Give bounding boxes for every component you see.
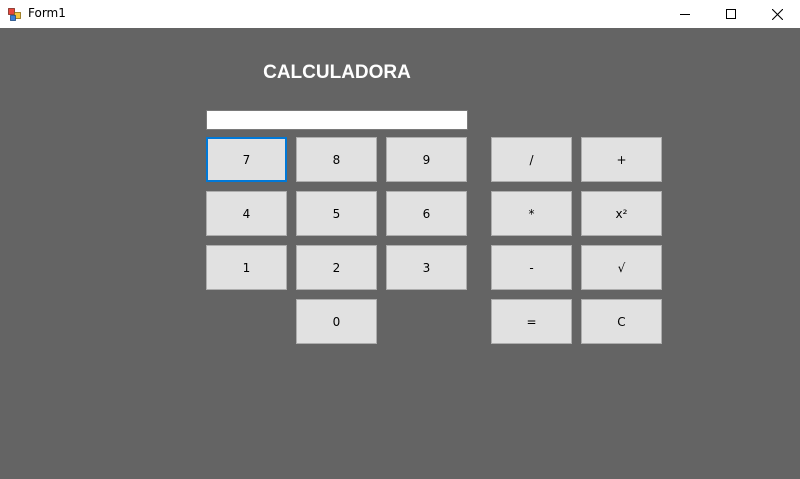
square-button[interactable]: x² <box>581 191 662 236</box>
equals-button[interactable]: = <box>491 299 572 344</box>
digit-0-button[interactable]: 0 <box>296 299 377 344</box>
app-icon <box>8 7 22 21</box>
digit-2-button[interactable]: 2 <box>296 245 377 290</box>
sqrt-button[interactable]: √ <box>581 245 662 290</box>
close-icon <box>771 8 783 20</box>
digit-7-button[interactable]: 7 <box>206 137 287 182</box>
digit-3-button[interactable]: 3 <box>386 245 467 290</box>
digit-6-button[interactable]: 6 <box>386 191 467 236</box>
digit-8-button[interactable]: 8 <box>296 137 377 182</box>
minimize-icon <box>680 14 690 15</box>
clear-button[interactable]: C <box>581 299 662 344</box>
digit-5-button[interactable]: 5 <box>296 191 377 236</box>
plus-button[interactable]: + <box>581 137 662 182</box>
minimize-button[interactable] <box>662 0 708 28</box>
result-display[interactable] <box>206 110 468 130</box>
close-button[interactable] <box>754 0 800 28</box>
digit-4-button[interactable]: 4 <box>206 191 287 236</box>
calculator-heading: CALCULADORA <box>263 62 411 83</box>
digit-1-button[interactable]: 1 <box>206 245 287 290</box>
divide-button[interactable]: / <box>491 137 572 182</box>
title-bar[interactable]: Form1 <box>0 0 800 28</box>
window-title: Form1 <box>28 6 66 20</box>
multiply-button[interactable]: * <box>491 191 572 236</box>
maximize-button[interactable] <box>708 0 754 28</box>
digit-9-button[interactable]: 9 <box>386 137 467 182</box>
minus-button[interactable]: - <box>491 245 572 290</box>
maximize-icon <box>726 9 736 19</box>
